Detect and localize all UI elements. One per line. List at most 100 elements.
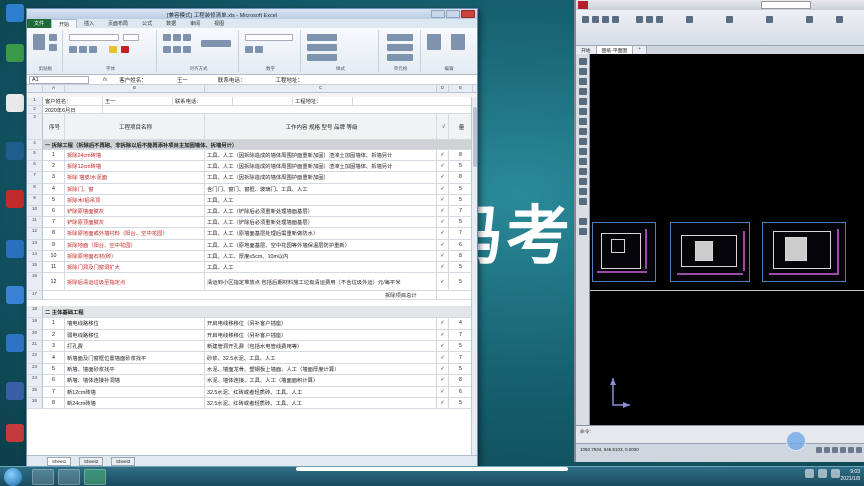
table-cell[interactable]: ✓: [437, 386, 449, 397]
table-cell[interactable]: 7: [449, 329, 473, 340]
font-name-select[interactable]: [69, 34, 119, 41]
table-cell[interactable]: 新墙、墙面砂浆找平: [65, 363, 205, 375]
table-cell[interactable]: 铲除原墙面腻灰: [65, 206, 205, 217]
align-left-icon[interactable]: [163, 46, 171, 53]
draw-tool-icon[interactable]: [579, 188, 587, 195]
table-cell[interactable]: ✓: [437, 398, 449, 409]
table-cell[interactable]: 10: [43, 250, 65, 261]
row-header[interactable]: 12: [27, 228, 43, 240]
table-row[interactable]: 4 新墙面及门窗框位置墙面砂浆找平 砂浆、32.5水泥、工具、人工 ✓ 7: [43, 352, 473, 364]
file-tab-active[interactable]: 图纸-平面图: [596, 46, 634, 54]
number-format-select[interactable]: [245, 34, 293, 41]
draw-tool-icon[interactable]: [579, 108, 587, 115]
row-header[interactable]: 20: [27, 329, 43, 341]
vertical-scrollbar[interactable]: [471, 97, 477, 457]
copy-icon[interactable]: [49, 44, 57, 51]
row-header[interactable]: 15: [27, 262, 43, 274]
table-cell[interactable]: 4: [43, 183, 65, 194]
tab-view[interactable]: 视图: [207, 19, 231, 28]
row-header[interactable]: 13: [27, 239, 43, 251]
column-header[interactable]: E: [449, 85, 473, 93]
table-cell[interactable]: 6: [43, 375, 65, 386]
tab-file[interactable]: 文件: [27, 19, 52, 28]
table-cell[interactable]: 工具、人工、厚度≤5cm、10m以内: [205, 250, 437, 261]
format-cells-button[interactable]: [387, 54, 413, 61]
align-middle-icon[interactable]: [173, 34, 181, 41]
table-cell[interactable]: 8: [43, 228, 65, 239]
taskbar-clock[interactable]: 9:03 2021/1/8: [841, 469, 860, 483]
table-cell[interactable]: 8: [449, 375, 473, 386]
table-cell[interactable]: 拆除门、窗: [65, 183, 205, 194]
formula-input[interactable]: 客户姓名： 王一 联系电话： 工程地址：: [119, 76, 303, 84]
draw-tool-icon[interactable]: [579, 138, 587, 145]
table-format-button[interactable]: [307, 44, 337, 51]
settings-icon[interactable]: [856, 447, 862, 453]
row-header[interactable]: 16: [27, 273, 43, 292]
cad-drawing-canvas[interactable]: [590, 54, 864, 424]
desktop-icon[interactable]: [4, 4, 26, 22]
input-method-icon[interactable]: [831, 469, 840, 478]
row-header[interactable]: 26: [27, 398, 43, 410]
line-tool-icon[interactable]: [582, 16, 589, 23]
table-cell[interactable]: 12: [43, 273, 65, 291]
rotate-tool-icon[interactable]: [656, 16, 663, 23]
table-cell[interactable]: 清运到小区指定堆放点 包括后期材料施工垃圾清运费用（不含垃圾外运）元/每平米: [205, 273, 437, 291]
table-cell[interactable]: 铲除原顶面腻灰: [65, 217, 205, 228]
table-cell[interactable]: ✓: [437, 329, 449, 340]
table-cell[interactable]: 2: [43, 161, 65, 172]
table-cell[interactable]: 32.5水泥、红砖或者轻质砖、工具、人工: [205, 386, 437, 397]
file-tab[interactable]: 开始: [576, 46, 597, 54]
align-bottom-icon[interactable]: [183, 34, 191, 41]
insert-cells-button[interactable]: [387, 34, 413, 41]
table-cell[interactable]: 拆除 墙皮/水泥面: [65, 172, 205, 183]
table-cell[interactable]: 打孔费: [65, 341, 205, 352]
table-cell[interactable]: 新墙面及门窗框位置墙面砂浆找平: [65, 352, 205, 363]
table-cell[interactable]: 6: [449, 239, 473, 250]
table-cell[interactable]: 5: [43, 194, 65, 205]
align-center-icon[interactable]: [173, 46, 181, 53]
table-row[interactable]: 5 拆除木/铝吊顶 工具、人工 ✓ 5: [43, 194, 473, 206]
draw-tool-icon[interactable]: [579, 78, 587, 85]
desktop-icon[interactable]: [4, 44, 26, 62]
autocad-desktop-icon[interactable]: [4, 190, 26, 208]
table-row[interactable]: 2020年6月日: [43, 106, 473, 114]
row-header[interactable]: 23: [27, 363, 43, 376]
snap-toggle-icon[interactable]: [824, 447, 830, 453]
table-cell[interactable]: ✓: [437, 150, 449, 161]
sort-filter-icon[interactable]: [427, 34, 441, 50]
table-cell[interactable]: 5: [449, 183, 473, 194]
sheet-tab[interactable]: Sheet2: [79, 457, 104, 466]
desktop-icon[interactable]: [4, 334, 26, 352]
polar-toggle-icon[interactable]: [840, 447, 846, 453]
table-cell[interactable]: ✓: [437, 273, 449, 291]
find-select-icon[interactable]: [451, 34, 465, 50]
table-cell[interactable]: ✓: [437, 206, 449, 217]
column-header[interactable]: B: [65, 85, 205, 93]
table-cell[interactable]: 工具、人工（原地面基层、空中花园等外墙保温层防护重新）: [205, 239, 437, 250]
maximize-button[interactable]: [446, 10, 460, 18]
utilities-icon[interactable]: [836, 16, 843, 23]
draw-tool-icon[interactable]: [579, 98, 587, 105]
row-header[interactable]: 19: [27, 318, 43, 330]
draw-tool-icon[interactable]: [579, 178, 587, 185]
table-cell[interactable]: 墙电线路移位: [65, 318, 205, 329]
table-cell[interactable]: ✓: [437, 341, 449, 352]
table-cell[interactable]: 拆除木/铝吊顶: [65, 194, 205, 205]
table-cell[interactable]: 3: [43, 341, 65, 352]
row-header[interactable]: 9: [27, 194, 43, 206]
table-cell[interactable]: 5: [449, 194, 473, 205]
table-cell[interactable]: 5: [449, 217, 473, 228]
table-cell[interactable]: ✓: [437, 363, 449, 375]
table-cell[interactable]: 工具、人工（因拆除造成的墙体周围护面重新加固）渣滓土加固墙体、拆墙另计: [205, 150, 437, 161]
tab-page-layout[interactable]: 页面布局: [101, 19, 135, 28]
draw-tool-icon[interactable]: [579, 168, 587, 175]
table-row[interactable]: 2 拆除12cm砖墙 工具、人工（因拆除造成的墙体周围护面重新加固）渣滓土加固墙体、…: [43, 161, 473, 173]
excel-window[interactable]: [兼容模式] 工程装修清单.xls - Microsoft Excel 文件 开…: [26, 8, 478, 468]
modify-tool-icon[interactable]: [579, 228, 587, 235]
row-header[interactable]: 6: [27, 161, 43, 173]
row-header[interactable]: 17: [27, 291, 43, 301]
row-header[interactable]: 25: [27, 386, 43, 398]
table-cell[interactable]: 拆除后清运垃圾至指定点: [65, 273, 205, 291]
table-cell[interactable]: 工具、人工（铲除后必须重新处理墙面基层）: [205, 217, 437, 228]
table-row[interactable]: 4 拆除门、窗 含门门、窗门、窗框、玻璃门、工具、人工 ✓ 5: [43, 183, 473, 195]
